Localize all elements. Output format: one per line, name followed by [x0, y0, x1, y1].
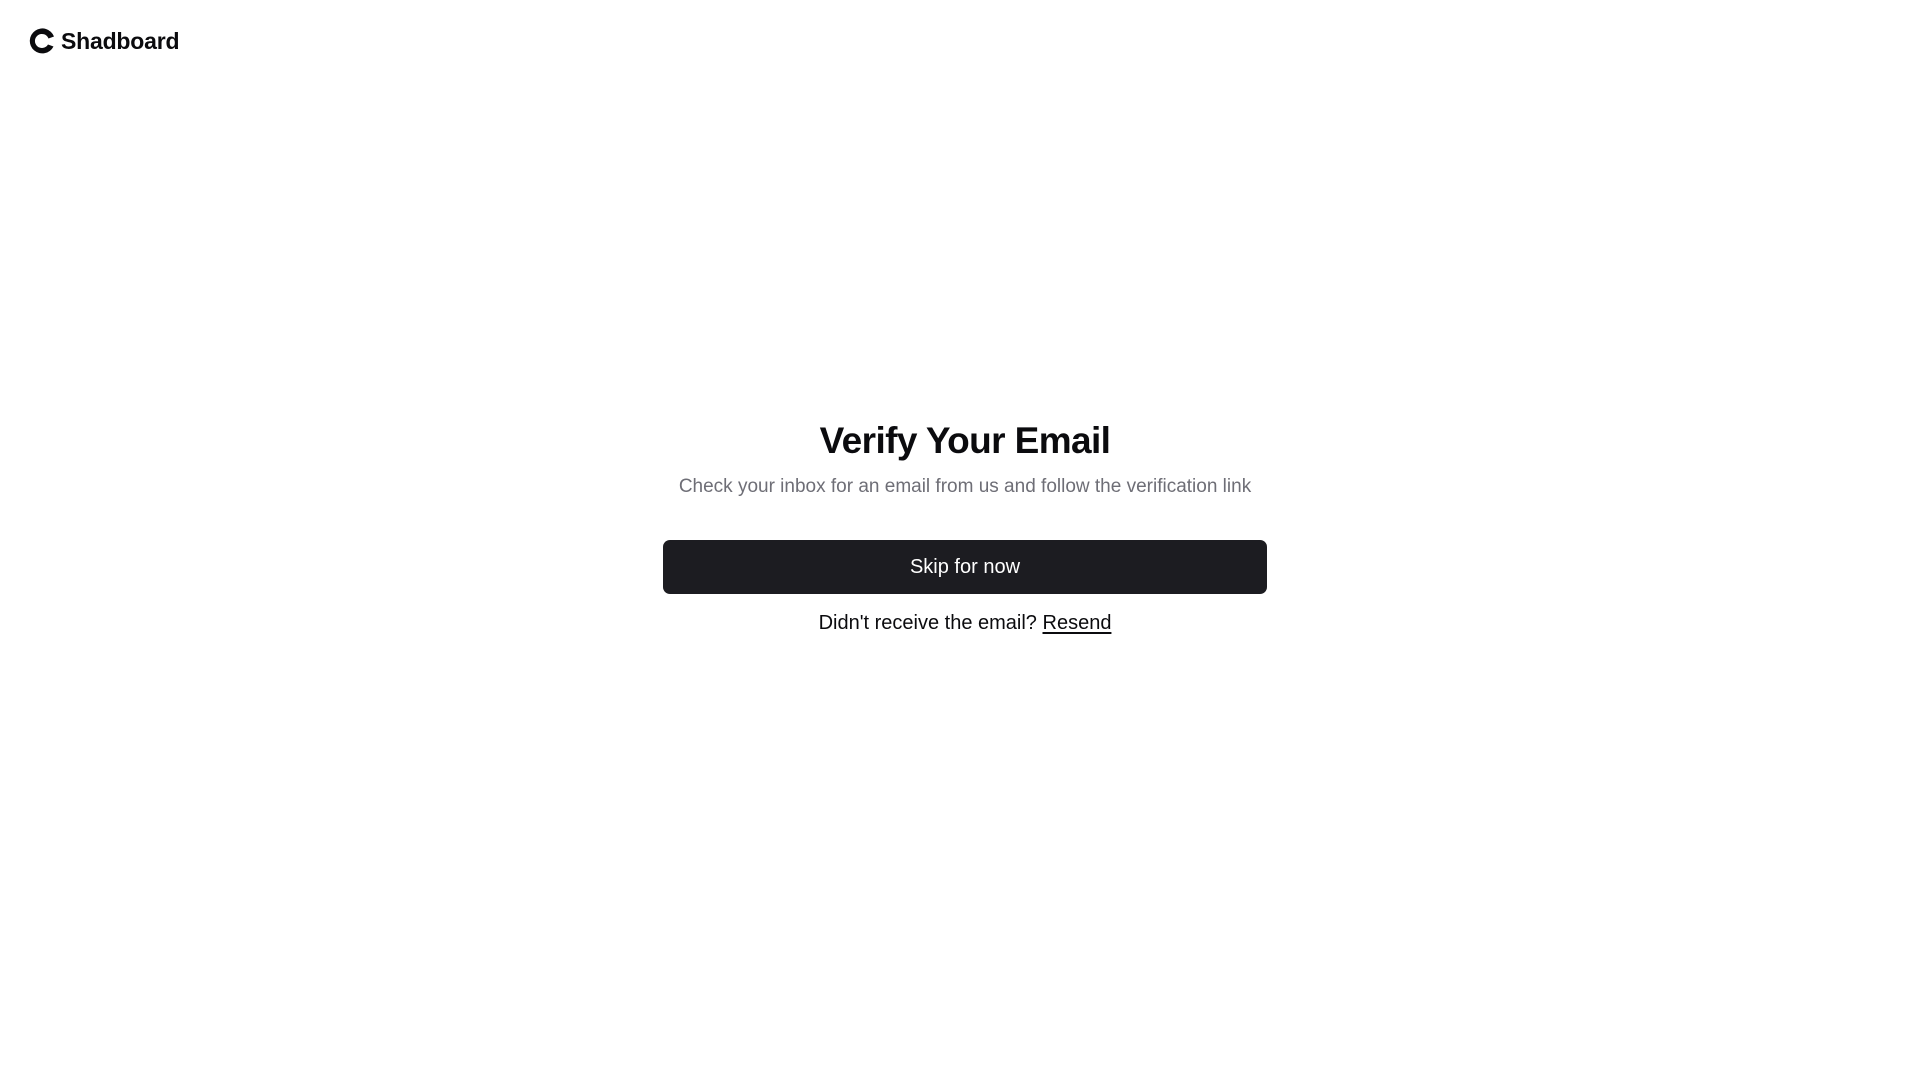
brand-name: Shadboard	[61, 27, 180, 54]
page-subtitle: Check your inbox for an email from us an…	[678, 476, 1252, 497]
page-title: Verify Your Email	[819, 420, 1111, 461]
verify-email-page: Shadboard Verify Your Email Check your i…	[0, 0, 1920, 1080]
resend-row: Didn't receive the email? Resend	[819, 610, 1112, 636]
resend-link[interactable]: Resend	[1043, 612, 1112, 634]
resend-prompt: Didn't receive the email?	[818, 612, 1037, 634]
skip-for-now-button[interactable]: Skip for now	[663, 540, 1267, 594]
crescent-logo-icon	[27, 26, 57, 56]
verify-email-card: Verify Your Email Check your inbox for a…	[663, 418, 1267, 636]
brand-logo-link[interactable]: Shadboard	[27, 26, 180, 56]
